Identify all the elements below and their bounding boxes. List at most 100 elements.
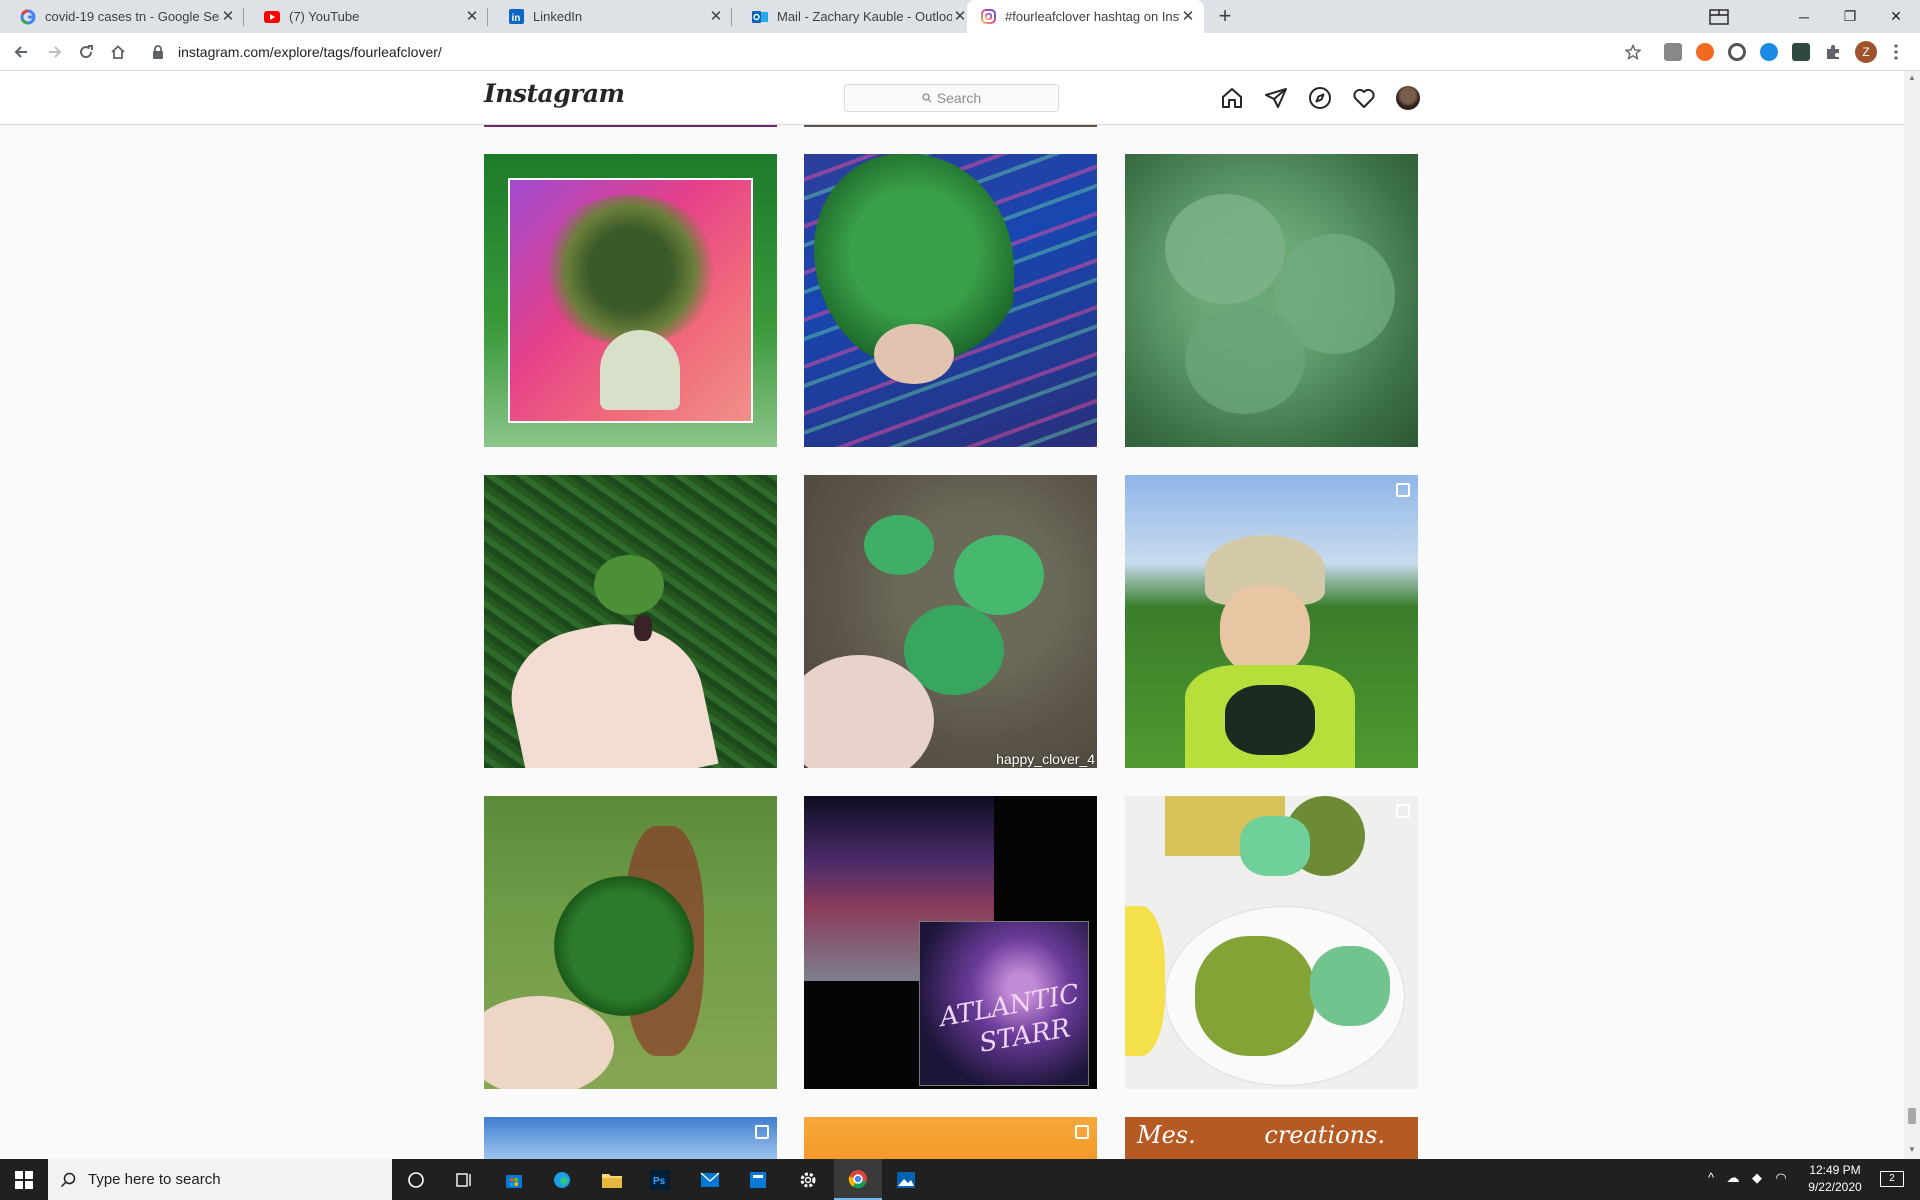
- google-icon: [20, 9, 36, 25]
- home-button[interactable]: [106, 40, 130, 64]
- instagram-icon: [980, 9, 996, 25]
- explore-compass-icon[interactable]: [1308, 86, 1332, 110]
- instagram-logo[interactable]: Instagram: [484, 79, 625, 108]
- lock-icon: [152, 45, 166, 59]
- avatar[interactable]: [1396, 86, 1420, 110]
- post-thumbnail[interactable]: [1125, 154, 1418, 447]
- extension-dark-icon[interactable]: [1792, 43, 1810, 61]
- extension-g-icon[interactable]: [1664, 43, 1682, 61]
- svg-text:in: in: [511, 13, 520, 24]
- tab-outlook[interactable]: Mail - Zachary Kauble - Outlook ✕: [732, 0, 976, 33]
- notifications-icon[interactable]: 2: [1880, 1171, 1904, 1187]
- mail-icon[interactable]: [686, 1159, 734, 1200]
- search-input[interactable]: Search: [844, 84, 1059, 112]
- multiple-photos-icon: [1075, 1125, 1089, 1139]
- chrome-icon[interactable]: [834, 1159, 882, 1200]
- cortana-icon[interactable]: [392, 1159, 440, 1200]
- profile-avatar[interactable]: Z: [1855, 41, 1877, 63]
- taskbar-search-placeholder: Type here to search: [88, 1171, 221, 1188]
- network-wifi-icon[interactable]: ◠: [1772, 1170, 1790, 1188]
- close-icon[interactable]: ✕: [1180, 8, 1196, 25]
- extension-circle-icon[interactable]: [1728, 43, 1746, 61]
- close-icon[interactable]: ✕: [220, 8, 236, 25]
- post-thumbnail[interactable]: [484, 796, 777, 1089]
- notifications-count: 2: [1889, 1173, 1895, 1184]
- tab-search-icon[interactable]: [1696, 0, 1742, 33]
- post-thumbnail[interactable]: [484, 475, 777, 768]
- menu-kebab-icon[interactable]: [1886, 40, 1906, 64]
- tab-title: covid-19 cases tn - Google Search: [45, 9, 220, 24]
- tab-google-search[interactable]: covid-19 cases tn - Google Search ✕: [0, 0, 244, 33]
- clock-time: 12:49 PM: [1809, 1163, 1861, 1177]
- new-tab-button[interactable]: +: [1213, 5, 1237, 29]
- multiple-photos-icon: [1396, 804, 1410, 818]
- tab-title: #fourleafclover hashtag on Instagram: [1005, 9, 1180, 24]
- settings-gear-icon[interactable]: [784, 1159, 832, 1200]
- dropbox-icon[interactable]: ◆: [1748, 1170, 1766, 1188]
- address-bar[interactable]: instagram.com/explore/tags/fourleafclove…: [140, 38, 1650, 66]
- search-icon: [922, 93, 932, 103]
- multiple-photos-icon: [755, 1125, 769, 1139]
- post-thumbnail[interactable]: [484, 1117, 777, 1159]
- back-button[interactable]: [9, 40, 33, 64]
- store-icon[interactable]: [490, 1159, 538, 1200]
- reload-button[interactable]: [74, 40, 98, 64]
- close-icon[interactable]: ✕: [464, 8, 480, 25]
- close-icon[interactable]: ✕: [952, 8, 968, 25]
- extension-orange-icon[interactable]: [1696, 43, 1714, 61]
- post-thumbnail[interactable]: [804, 154, 1097, 447]
- tab-title: (7) YouTube: [289, 9, 360, 24]
- photoshop-icon[interactable]: Ps: [636, 1159, 684, 1200]
- page-scrollbar[interactable]: ▲ ▼: [1904, 71, 1920, 1159]
- forward-button[interactable]: [43, 40, 67, 64]
- taskbar-clock[interactable]: 12:49 PM 9/22/2020: [1800, 1162, 1870, 1196]
- post-watermark: happy_clover_4: [996, 751, 1095, 767]
- post-thumbnail[interactable]: [804, 1117, 1097, 1159]
- scrollbar-thumb[interactable]: [1908, 1108, 1916, 1124]
- home-icon[interactable]: [1220, 86, 1244, 110]
- post-thumbnail[interactable]: [484, 154, 777, 447]
- close-icon[interactable]: ✕: [708, 8, 724, 25]
- post-overlay-text: Mes. creations.: [1137, 1121, 1385, 1149]
- url-text: instagram.com/explore/tags/fourleafclove…: [178, 44, 442, 60]
- post-thumbnail[interactable]: [1125, 475, 1418, 768]
- post-thumbnail[interactable]: [1125, 796, 1418, 1089]
- instagram-header: Instagram Search: [0, 71, 1904, 125]
- minimize-button[interactable]: ─: [1781, 0, 1827, 33]
- onedrive-cloud-icon[interactable]: ☁: [1724, 1170, 1742, 1188]
- multiple-photos-icon: [1396, 483, 1410, 497]
- windows-start-icon[interactable]: [0, 1159, 48, 1200]
- file-explorer-icon[interactable]: [588, 1159, 636, 1200]
- close-window-button[interactable]: ✕: [1873, 0, 1919, 33]
- hashtag-post-grid: happy_clover_4 ATLANTIC STARR Mes. creat…: [0, 125, 1904, 1159]
- bookmark-star-icon[interactable]: [1621, 40, 1645, 64]
- clock-date: 9/22/2020: [1808, 1180, 1862, 1194]
- task-view-icon[interactable]: [440, 1159, 488, 1200]
- tab-title: Mail - Zachary Kauble - Outlook: [777, 9, 952, 24]
- outlook-icon: [752, 9, 768, 25]
- post-thumbnail[interactable]: ATLANTIC STARR: [804, 796, 1097, 1089]
- calculator-icon[interactable]: [734, 1159, 782, 1200]
- tab-title: LinkedIn: [533, 9, 583, 24]
- svg-text:Ps: Ps: [653, 1176, 666, 1187]
- tab-youtube[interactable]: (7) YouTube ✕: [244, 0, 488, 33]
- windows-taskbar: Type here to search Ps ^ ☁ ◆ ◠ 12:49 PM …: [0, 1159, 1920, 1200]
- post-thumbnail[interactable]: Mes. creations.: [1125, 1117, 1418, 1159]
- edge-icon[interactable]: [538, 1159, 586, 1200]
- tab-instagram[interactable]: #fourleafclover hashtag on Instagram ✕: [967, 0, 1204, 33]
- photos-icon[interactable]: [882, 1159, 930, 1200]
- browser-toolbar: instagram.com/explore/tags/fourleafclove…: [0, 33, 1920, 71]
- search-placeholder: Search: [936, 90, 982, 106]
- direct-message-icon[interactable]: [1264, 86, 1288, 110]
- extensions-puzzle-icon[interactable]: [1824, 43, 1842, 61]
- tab-linkedin[interactable]: in LinkedIn ✕: [488, 0, 732, 33]
- extension-blue-icon[interactable]: [1760, 43, 1778, 61]
- taskbar-search-input[interactable]: Type here to search: [48, 1159, 392, 1200]
- post-thumbnail[interactable]: happy_clover_4: [804, 475, 1097, 768]
- linkedin-icon: in: [508, 9, 524, 25]
- activity-heart-icon[interactable]: [1352, 86, 1376, 110]
- browser-tab-strip: covid-19 cases tn - Google Search ✕ (7) …: [0, 0, 1920, 33]
- restore-button[interactable]: ❐: [1827, 0, 1873, 33]
- youtube-icon: [264, 9, 280, 25]
- show-hidden-icons-icon[interactable]: ^: [1702, 1170, 1720, 1188]
